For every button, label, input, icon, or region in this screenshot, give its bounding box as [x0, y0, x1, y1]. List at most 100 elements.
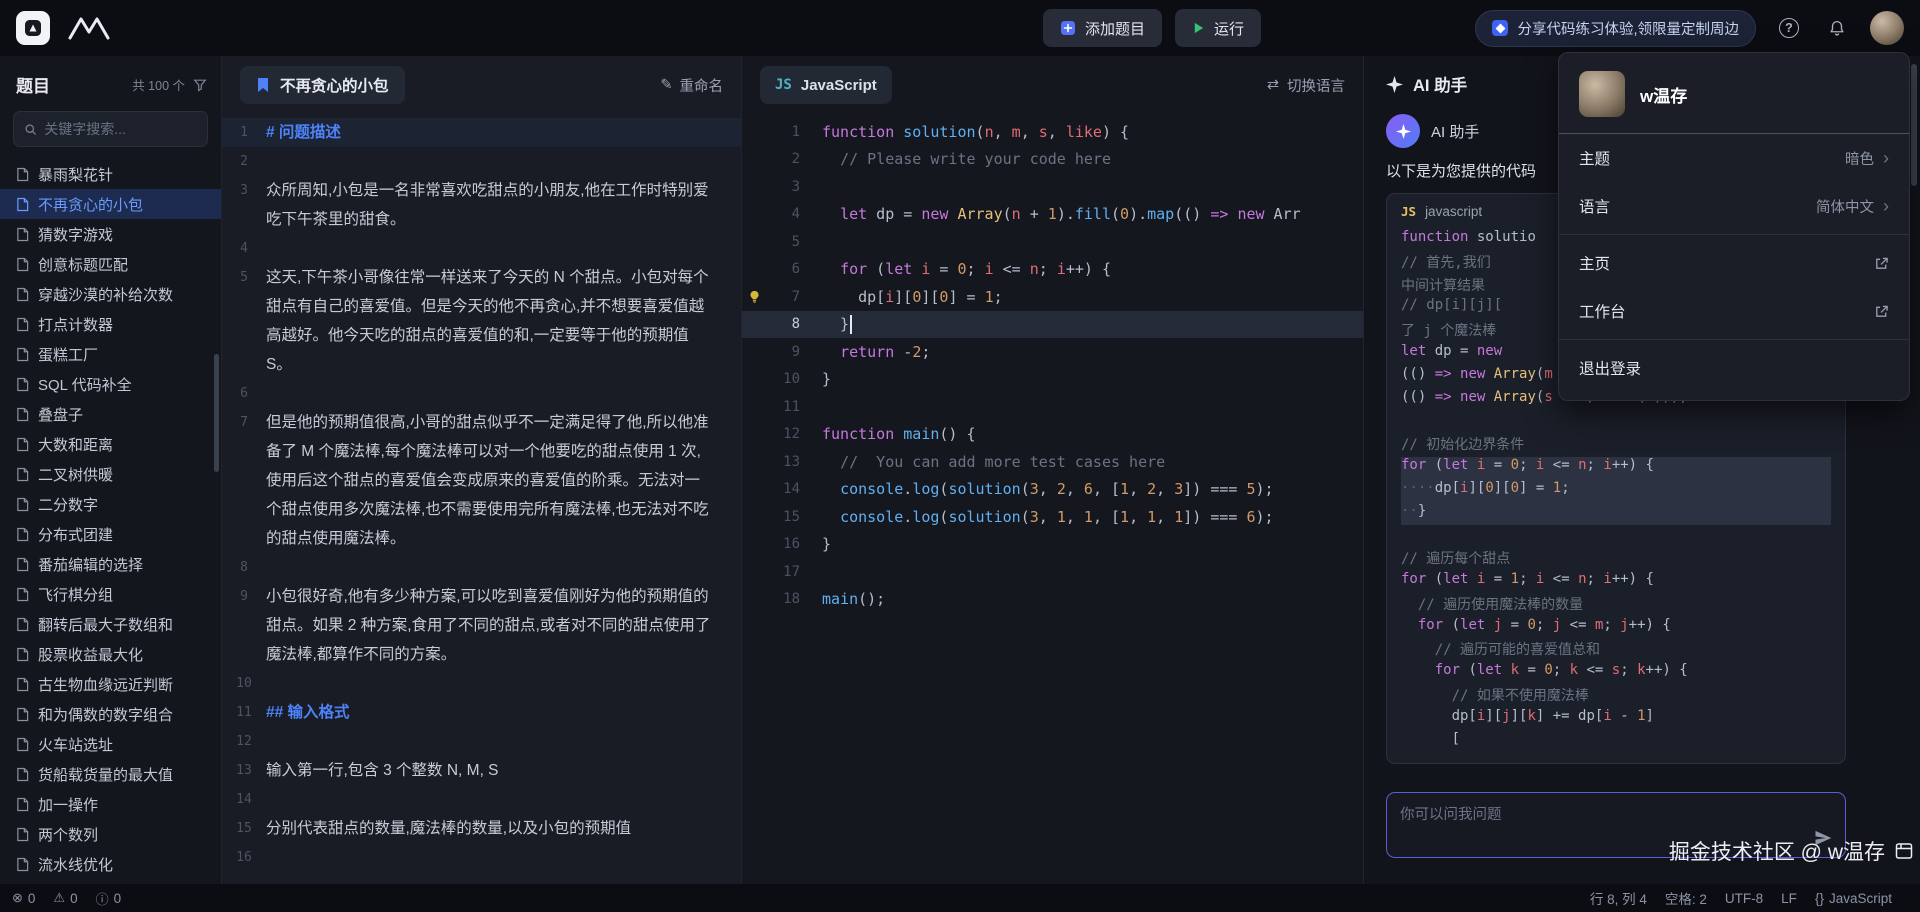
- sidebar-item[interactable]: 暴雨梨花针: [0, 159, 221, 189]
- sidebar-item[interactable]: 古生物血缘远近判断: [0, 669, 221, 699]
- code-line[interactable]: 2 // Please write your code here: [742, 146, 1363, 174]
- code-line[interactable]: 13 // You can add more test cases here: [742, 448, 1363, 476]
- document-icon: [16, 347, 29, 362]
- line-number: 12: [222, 727, 266, 756]
- ai-code-line: [1401, 411, 1831, 434]
- sidebar-item-label: 货船载货量的最大值: [38, 764, 173, 785]
- sidebar-item[interactable]: 二分数字: [0, 489, 221, 519]
- code-line[interactable]: 5: [742, 228, 1363, 256]
- notifications-bell-icon[interactable]: [1822, 13, 1852, 43]
- language-mode[interactable]: {} JavaScript: [1815, 891, 1892, 906]
- code-line[interactable]: 9 return -2;: [742, 338, 1363, 366]
- code-text: }: [822, 535, 831, 553]
- menu-item-home[interactable]: 主页: [1559, 239, 1909, 287]
- rename-button[interactable]: ✎ 重命名: [660, 75, 723, 96]
- cursor-position[interactable]: 行 8, 列 4: [1590, 888, 1647, 908]
- sidebar-item[interactable]: 创意标题匹配: [0, 249, 221, 279]
- code-text: main();: [822, 590, 885, 608]
- quickfix-lightbulb-icon[interactable]: [742, 289, 766, 304]
- code-line[interactable]: 8 }: [742, 311, 1363, 339]
- sidebar-item[interactable]: 打点计数器: [0, 309, 221, 339]
- sidebar-item[interactable]: 和为偶数的数字组合: [0, 699, 221, 729]
- sidebar-item[interactable]: 翻转后最大子数组和: [0, 609, 221, 639]
- problem-content[interactable]: 1# 问题描述23众所周知,小包是一名非常喜欢吃甜点的小朋友,他在工作时特别爱吃…: [222, 114, 741, 884]
- menu-item-language[interactable]: 语言 简体中文 ›: [1559, 182, 1909, 230]
- warnings-indicator[interactable]: ⚠ 0: [53, 890, 77, 906]
- sidebar-item[interactable]: 火车站选址: [0, 729, 221, 759]
- code-line[interactable]: 14 console.log(solution(3, 2, 6, [1, 2, …: [742, 476, 1363, 504]
- sidebar-item[interactable]: 两个数列: [0, 819, 221, 849]
- markdown-text: 众所周知,小包是一名非常喜欢吃甜点的小朋友,他在工作时特别爱吃下午茶里的甜食。: [266, 176, 741, 234]
- search-input[interactable]: [44, 121, 197, 137]
- help-icon[interactable]: ?: [1774, 13, 1804, 43]
- menu-item-workbench[interactable]: 工作台: [1559, 287, 1909, 335]
- sidebar-item[interactable]: 穿越沙漠的补给次数: [0, 279, 221, 309]
- line-number: 6: [222, 379, 266, 408]
- markdown-text: 小包很好奇,他有多少种方案,可以吃到喜爱值刚好为他的预期值的甜点。如果 2 种方…: [266, 582, 741, 669]
- sidebar-item[interactable]: 分布式团建: [0, 519, 221, 549]
- line-number: 11: [222, 698, 266, 727]
- sidebar-item[interactable]: 飞行棋分组: [0, 579, 221, 609]
- menu-item-theme[interactable]: 主题 暗色 ›: [1559, 134, 1909, 182]
- code-line[interactable]: 16}: [742, 531, 1363, 559]
- sidebar-item[interactable]: 流水线优化: [0, 849, 221, 879]
- eol-setting[interactable]: LF: [1781, 891, 1797, 906]
- ai-code-line: for (let j = 0; j <= m; j++) {: [1401, 617, 1831, 640]
- code-line[interactable]: 11: [742, 393, 1363, 421]
- sidebar-item[interactable]: SQL 代码补全: [0, 369, 221, 399]
- search-box[interactable]: [13, 111, 208, 147]
- sidebar-item[interactable]: 货船载货量的最大值: [0, 759, 221, 789]
- run-button[interactable]: 运行: [1175, 9, 1261, 47]
- bookmark-icon: [256, 77, 270, 93]
- language-tab[interactable]: JS JavaScript: [760, 66, 892, 104]
- code-line[interactable]: 7 dp[i][0][0] = 1;: [742, 283, 1363, 311]
- sidebar-scrollbar[interactable]: [214, 354, 219, 472]
- document-icon: [16, 227, 29, 242]
- code-line[interactable]: 4 let dp = new Array(n + 1).fill(0).map(…: [742, 201, 1363, 229]
- code-line[interactable]: 15 console.log(solution(3, 1, 1, [1, 1, …: [742, 503, 1363, 531]
- gift-icon: [1492, 20, 1508, 36]
- code-line[interactable]: 17: [742, 558, 1363, 586]
- app-logo[interactable]: [16, 11, 50, 45]
- add-problem-button[interactable]: 添加题目: [1043, 9, 1162, 47]
- sidebar-item[interactable]: 叠盘子: [0, 399, 221, 429]
- switch-language-button[interactable]: ⇄ 切换语言: [1267, 75, 1345, 96]
- add-problem-label: 添加题目: [1085, 18, 1145, 39]
- errors-indicator[interactable]: ⊗ 0: [12, 890, 35, 906]
- code-line[interactable]: 6 for (let i = 0; i <= n; i++) {: [742, 256, 1363, 284]
- sidebar-item[interactable]: 番茄编辑的选择: [0, 549, 221, 579]
- document-icon: [16, 707, 29, 722]
- code-line[interactable]: 1function solution(n, m, s, like) {: [742, 118, 1363, 146]
- code-line[interactable]: 18main();: [742, 586, 1363, 614]
- sidebar-item[interactable]: 不再贪心的小包: [0, 189, 221, 219]
- sidebar-item[interactable]: 二叉树供暖: [0, 459, 221, 489]
- sidebar-item[interactable]: 股票收益最大化: [0, 639, 221, 669]
- markdown-line: 3众所周知,小包是一名非常喜欢吃甜点的小朋友,他在工作时特别爱吃下午茶里的甜食。: [222, 176, 741, 234]
- menu-divider: [1559, 339, 1909, 340]
- line-number: 7: [222, 408, 266, 437]
- user-avatar[interactable]: [1870, 11, 1904, 45]
- code-line[interactable]: 10}: [742, 366, 1363, 394]
- code-line[interactable]: 3: [742, 173, 1363, 201]
- code-editor[interactable]: 1function solution(n, m, s, like) {2 // …: [742, 114, 1363, 884]
- sidebar-item[interactable]: 猜数字游戏: [0, 219, 221, 249]
- topbar-actions: 添加题目 运行: [1043, 9, 1261, 47]
- ai-code-line: ··}: [1401, 503, 1831, 526]
- ai-code-line: ····dp[i][0][0] = 1;: [1401, 480, 1831, 503]
- indentation-setting[interactable]: 空格: 2: [1665, 888, 1707, 908]
- filter-icon[interactable]: [193, 78, 207, 92]
- search-icon: [24, 122, 37, 137]
- document-icon: [16, 617, 29, 632]
- share-promo-banner[interactable]: 分享代码练习体验,领限量定制周边: [1475, 10, 1756, 47]
- encoding[interactable]: UTF-8: [1725, 891, 1763, 906]
- sidebar-item[interactable]: 加一操作: [0, 789, 221, 819]
- code-text: function main() {: [822, 425, 976, 443]
- markdown-text: 但是他的预期值很高,小哥的甜点似乎不一定满足得了他,所以他准备了 M 个魔法棒,…: [266, 408, 741, 553]
- window-scrollbar[interactable]: [1911, 64, 1917, 186]
- sidebar-item[interactable]: 大数和距离: [0, 429, 221, 459]
- menu-item-logout[interactable]: 退出登录: [1559, 344, 1909, 392]
- problem-title: 不再贪心的小包: [280, 74, 389, 96]
- sidebar-item[interactable]: 蛋糕工厂: [0, 339, 221, 369]
- code-line[interactable]: 12function main() {: [742, 421, 1363, 449]
- info-indicator[interactable]: ⓘ 0: [96, 889, 122, 908]
